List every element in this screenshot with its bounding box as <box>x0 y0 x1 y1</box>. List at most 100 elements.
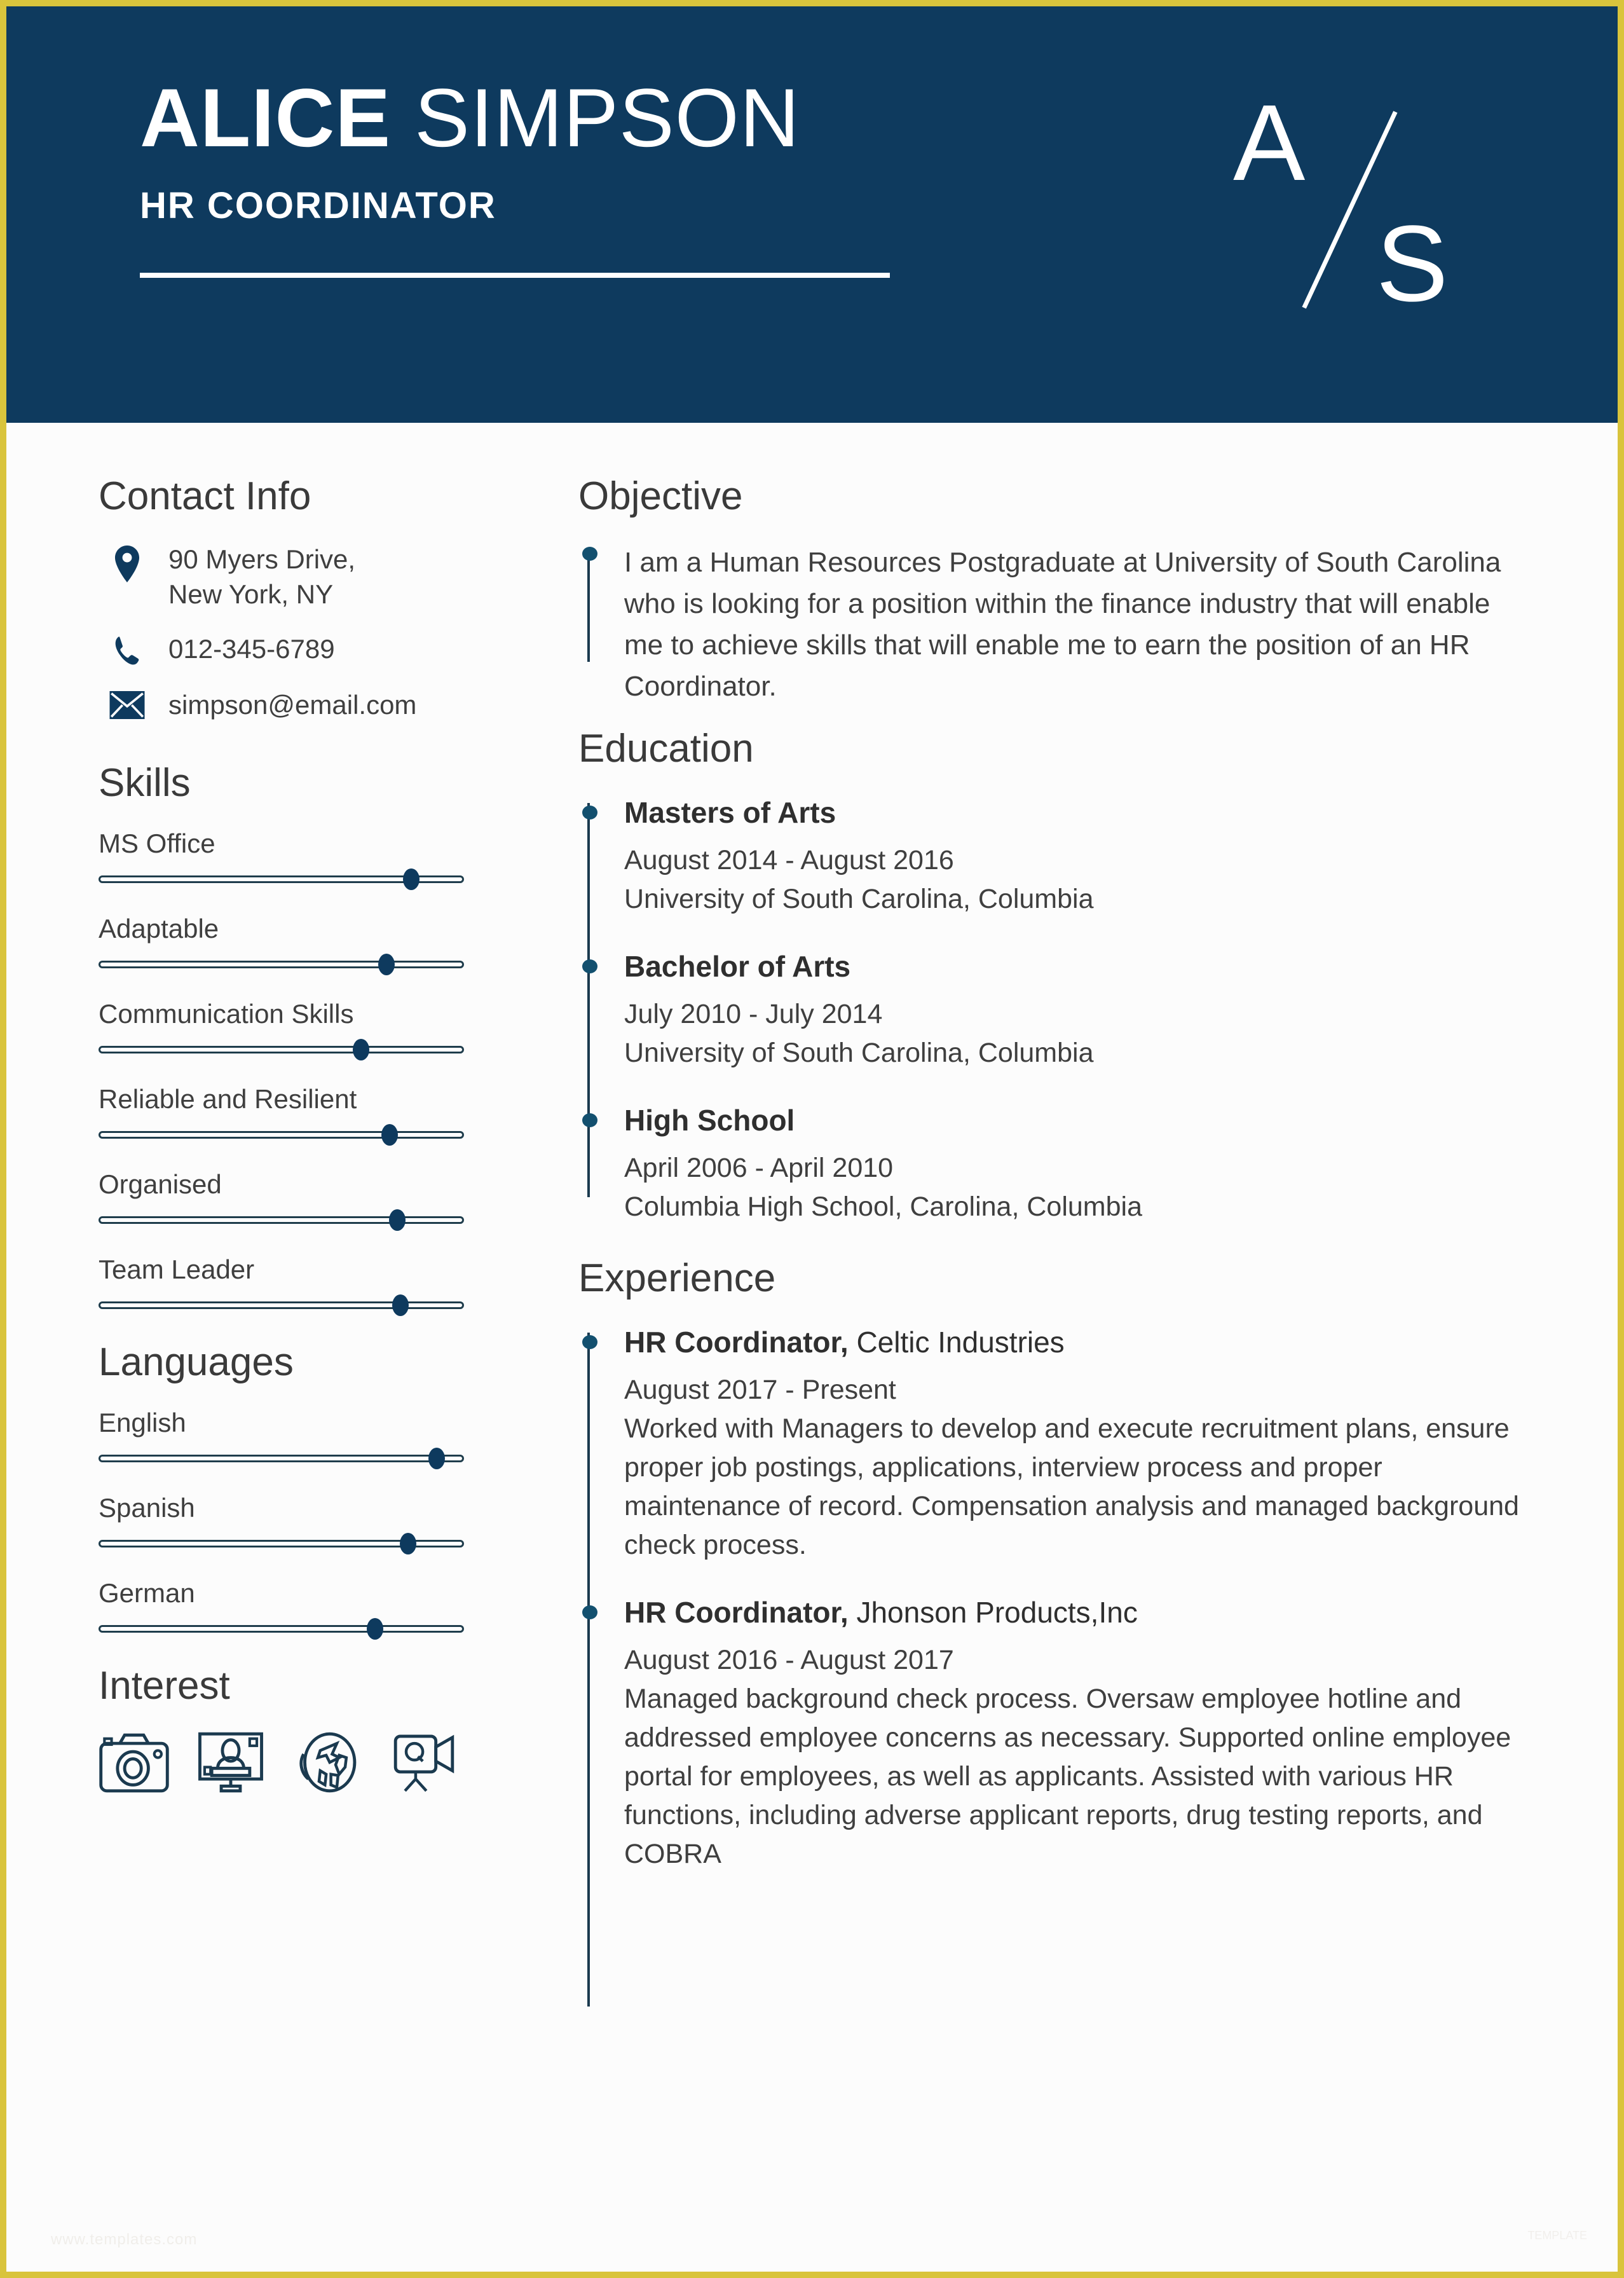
skills-heading: Skills <box>99 761 191 806</box>
header-text-block: ALICE SIMPSON HR COORDINATOR <box>140 76 1157 278</box>
interest-icon-row <box>99 1731 566 1794</box>
experience-role: HR Coordinator, Celtic Industries <box>624 1324 1529 1362</box>
language-slider-handle[interactable] <box>428 1448 446 1470</box>
camera-icon <box>99 1731 170 1794</box>
sidebar-column: Contact Info 90 Myers Drive, New York, N… <box>6 423 566 2272</box>
skill-slider[interactable] <box>99 1294 464 1317</box>
education-heading: Education <box>578 727 754 771</box>
education-details: April 2006 - April 2010 Columbia High Sch… <box>624 1149 1529 1226</box>
location-pin-icon <box>99 542 156 582</box>
envelope-icon <box>99 687 156 719</box>
education-entry: Bachelor of Arts July 2010 - July 2014 Uni… <box>582 948 1529 1073</box>
education-institution: University of South Carolina, Columbia <box>624 884 1094 915</box>
skill-label: Organised <box>99 1169 222 1200</box>
language-label: Spanish <box>99 1493 195 1523</box>
language-item: English <box>99 1408 566 1470</box>
header-divider <box>140 273 890 278</box>
skill-slider-handle[interactable] <box>403 868 420 891</box>
skill-item: Reliable and Resilient <box>99 1084 566 1146</box>
experience-role: HR Coordinator, Jhonson Products,Inc <box>624 1594 1529 1632</box>
timeline-dot-icon <box>582 1335 597 1350</box>
interest-heading: Interest <box>99 1664 230 1708</box>
globe-airplane-icon <box>292 1731 363 1794</box>
skill-label: Reliable and Resilient <box>99 1084 357 1115</box>
language-item: German <box>99 1578 566 1640</box>
monogram-logo: A S <box>1214 89 1481 343</box>
language-slider[interactable] <box>99 1618 464 1640</box>
skill-slider[interactable] <box>99 954 464 976</box>
education-details: August 2014 - August 2016 University of S… <box>624 841 1529 919</box>
education-entry-list: Masters of Arts August 2014 - August 2016… <box>582 794 1529 1226</box>
timeline-dot-icon <box>582 1113 597 1128</box>
address-line-1: 90 Myers Drive, <box>168 544 356 574</box>
skill-slider-handle[interactable] <box>381 1124 399 1146</box>
language-slider-handle[interactable] <box>399 1533 416 1555</box>
skill-slider-handle[interactable] <box>352 1039 369 1061</box>
main-column: Objective I am a Human Resources Postgra… <box>566 423 1618 2272</box>
watermark-url: www.templates.com <box>51 2231 198 2248</box>
language-label: English <box>99 1408 186 1438</box>
skill-slider-handle[interactable] <box>378 954 395 976</box>
language-item: Spanish <box>99 1493 566 1555</box>
resume-body: Contact Info 90 Myers Drive, New York, N… <box>6 423 1618 2272</box>
skill-label: Adaptable <box>99 914 219 944</box>
experience-role-name: HR Coordinator, <box>624 1326 849 1359</box>
skill-slider[interactable] <box>99 1124 464 1146</box>
education-dates: April 2006 - April 2010 <box>624 1153 894 1184</box>
skill-item: Team Leader <box>99 1254 566 1317</box>
skill-item: Organised <box>99 1169 566 1232</box>
objective-timeline-line <box>587 551 590 662</box>
watermark-badge: TEMPLATE <box>1527 2229 1587 2242</box>
language-slider[interactable] <box>99 1533 464 1555</box>
resume-header: ALICE SIMPSON HR COORDINATOR A S <box>6 6 1618 423</box>
contact-item-address: 90 Myers Drive, New York, NY <box>99 542 566 612</box>
address-line-2: New York, NY <box>168 579 334 610</box>
education-entry: High School April 2006 - April 2010 Columb… <box>582 1102 1529 1226</box>
email-text: simpson@email.com <box>168 689 417 720</box>
skill-item: Communication Skills <box>99 999 566 1061</box>
skill-item: Adaptable <box>99 914 566 976</box>
language-slider-handle[interactable] <box>367 1618 384 1640</box>
skill-label: MS Office <box>99 828 215 859</box>
phone-text: 012-345-6789 <box>168 633 335 664</box>
contact-item-phone: 012-345-6789 <box>99 631 566 668</box>
language-slider[interactable] <box>99 1448 464 1470</box>
objective-text: I am a Human Resources Postgraduate at U… <box>624 547 1501 703</box>
skill-label: Team Leader <box>99 1254 255 1285</box>
skill-slider[interactable] <box>99 1209 464 1232</box>
contact-heading: Contact Info <box>99 474 311 518</box>
education-dates: July 2010 - July 2014 <box>624 999 883 1030</box>
experience-entry: HR Coordinator, Celtic Industries August … <box>582 1324 1529 1565</box>
experience-description: Worked with Managers to develop and exec… <box>624 1413 1519 1561</box>
timeline-dot-icon <box>582 1605 597 1620</box>
job-title: HR COORDINATOR <box>140 185 496 226</box>
skill-slider-handle[interactable] <box>388 1209 406 1232</box>
timeline-dot-icon <box>582 547 597 561</box>
skill-label: Communication Skills <box>99 999 354 1029</box>
skill-slider[interactable] <box>99 868 464 891</box>
experience-company: Jhonson Products,Inc <box>848 1596 1138 1630</box>
education-timeline-line <box>587 803 590 1198</box>
first-name: ALICE <box>140 71 391 164</box>
education-entry: Masters of Arts August 2014 - August 2016… <box>582 794 1529 919</box>
experience-role-name: HR Coordinator, <box>624 1596 849 1630</box>
address-text: 90 Myers Drive, New York, NY <box>156 542 355 612</box>
skill-slider[interactable] <box>99 1039 464 1061</box>
contact-item-email: simpson@email.com <box>99 687 566 722</box>
monogram-letter-s: S <box>1376 203 1449 324</box>
phone-icon <box>99 631 156 668</box>
timeline-dot-icon <box>582 959 597 974</box>
experience-block: HR Coordinator, Celtic Industries August … <box>578 1324 1529 2007</box>
objective-block: I am a Human Resources Postgraduate at U… <box>578 542 1529 707</box>
last-name: SIMPSON <box>391 71 800 164</box>
education-details: July 2010 - July 2014 University of South… <box>624 995 1529 1073</box>
languages-list: English Spanish German <box>99 1408 566 1640</box>
skills-list: MS Office Adaptable Communication Skills Re… <box>99 828 566 1317</box>
page-title: ALICE SIMPSON <box>140 76 1157 159</box>
education-degree: Masters of Arts <box>624 796 836 830</box>
video-camera-icon <box>388 1731 460 1794</box>
education-institution: University of South Carolina, Columbia <box>624 1038 1094 1069</box>
education-dates: August 2014 - August 2016 <box>624 845 954 876</box>
skill-slider-handle[interactable] <box>392 1294 409 1317</box>
experience-entry-list: HR Coordinator, Celtic Industries August … <box>582 1324 1529 1874</box>
